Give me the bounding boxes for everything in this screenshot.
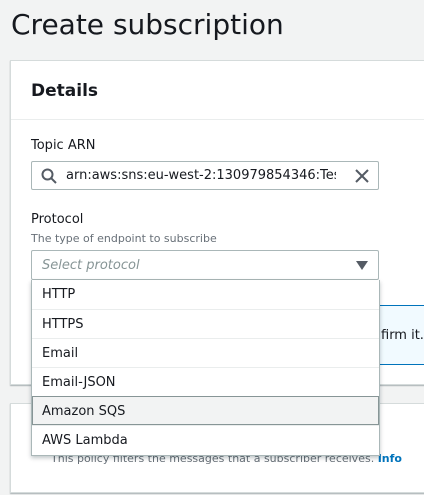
protocol-option-https[interactable]: HTTPS	[32, 309, 379, 338]
details-panel-header: Details	[11, 61, 424, 120]
info-alert-text: firm it.	[381, 328, 424, 343]
topic-arn-label: Topic ARN	[31, 138, 96, 153]
info-link[interactable]: Info	[378, 452, 402, 465]
page-title: Create subscription	[11, 8, 284, 41]
caret-down-icon	[356, 261, 368, 270]
protocol-label: Protocol	[31, 212, 84, 227]
protocol-dropdown: HTTP HTTPS Email Email-JSON Amazon SQS A…	[31, 280, 380, 456]
protocol-placeholder: Select protocol	[42, 258, 140, 273]
search-icon	[41, 168, 57, 184]
protocol-option-aws-lambda[interactable]: AWS Lambda	[32, 425, 379, 454]
protocol-option-email[interactable]: Email	[32, 338, 379, 367]
protocol-select[interactable]: Select protocol	[31, 250, 379, 280]
topic-arn-input[interactable]	[66, 165, 336, 186]
protocol-option-amazon-sqs[interactable]: Amazon SQS	[32, 396, 379, 425]
details-heading: Details	[31, 81, 99, 101]
topic-arn-field[interactable]	[31, 161, 379, 190]
protocol-option-email-json[interactable]: Email-JSON	[32, 367, 379, 396]
close-icon[interactable]	[354, 168, 370, 184]
protocol-option-http[interactable]: HTTP	[32, 280, 379, 309]
protocol-description: The type of endpoint to subscribe	[31, 232, 217, 245]
